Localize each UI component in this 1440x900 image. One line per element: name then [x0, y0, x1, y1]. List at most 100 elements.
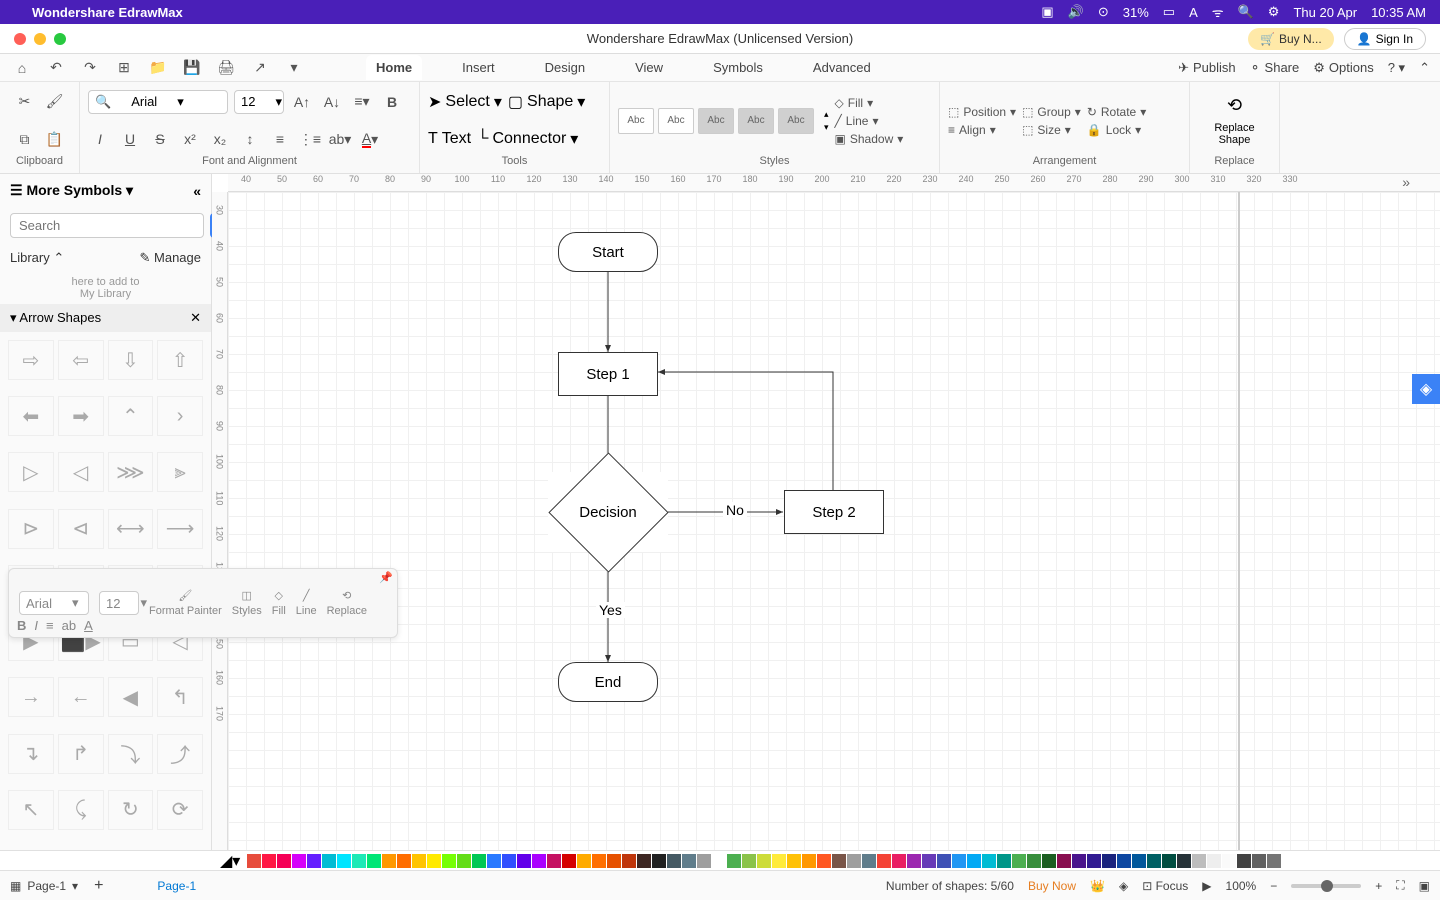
- volume-icon[interactable]: 🔊: [1068, 4, 1084, 20]
- color-swatch[interactable]: [1237, 854, 1251, 868]
- expand-right-panel-icon[interactable]: »: [1402, 174, 1410, 190]
- color-swatch[interactable]: [1027, 854, 1041, 868]
- publish-button[interactable]: ✈ Publish: [1178, 60, 1236, 76]
- play-icon[interactable]: ⊙: [1098, 4, 1109, 20]
- arrow-shape[interactable]: ⟳: [157, 790, 203, 830]
- open-button[interactable]: 📁: [146, 56, 170, 80]
- tab-design[interactable]: Design: [535, 55, 595, 80]
- arrow-shape[interactable]: ↖: [8, 790, 54, 830]
- style-preset-5[interactable]: Abc: [778, 108, 814, 134]
- color-swatch[interactable]: [337, 854, 351, 868]
- spacing-button[interactable]: ↕: [238, 127, 262, 151]
- style-preset-3[interactable]: Abc: [698, 108, 734, 134]
- decrease-font-button[interactable]: A↓: [320, 90, 344, 114]
- right-panel-toggle[interactable]: ◈: [1412, 374, 1440, 404]
- replace-shape-label[interactable]: Replace Shape: [1214, 122, 1254, 146]
- rotate-button[interactable]: ↻Rotate▾: [1087, 105, 1146, 119]
- more-symbols-label[interactable]: More Symbols: [26, 182, 122, 198]
- color-swatch[interactable]: [1117, 854, 1131, 868]
- tab-insert[interactable]: Insert: [452, 55, 505, 80]
- color-swatch[interactable]: [262, 854, 276, 868]
- date[interactable]: Thu 20 Apr: [1293, 5, 1357, 20]
- color-swatch[interactable]: [457, 854, 471, 868]
- collapse-panel-icon[interactable]: «: [193, 183, 201, 199]
- close-category-icon[interactable]: ✕: [190, 310, 201, 326]
- more-quick-button[interactable]: ▾: [282, 56, 306, 80]
- signin-button[interactable]: 👤 Sign In: [1344, 28, 1426, 50]
- flowchart-decision[interactable]: Decision: [548, 472, 668, 552]
- color-swatch[interactable]: [607, 854, 621, 868]
- arrow-shape[interactable]: ⇨: [8, 340, 54, 380]
- color-swatch[interactable]: [1012, 854, 1026, 868]
- mini-case[interactable]: ab: [62, 618, 76, 633]
- color-swatch[interactable]: [562, 854, 576, 868]
- zoom-out-button[interactable]: −: [1270, 879, 1277, 893]
- font-color-button[interactable]: A▾: [358, 127, 382, 151]
- color-swatch[interactable]: [1222, 854, 1236, 868]
- color-swatch[interactable]: [817, 854, 831, 868]
- page-select[interactable]: Page-1: [27, 879, 66, 893]
- manage-button[interactable]: ✎ Manage: [140, 250, 202, 266]
- arrow-shape[interactable]: ⬅: [8, 396, 54, 436]
- color-swatch[interactable]: [652, 854, 666, 868]
- color-swatch[interactable]: [277, 854, 291, 868]
- arrow-shape[interactable]: ⫸: [157, 452, 203, 492]
- tab-home[interactable]: Home: [366, 55, 422, 80]
- color-swatch[interactable]: [832, 854, 846, 868]
- color-swatch[interactable]: [967, 854, 981, 868]
- superscript-button[interactable]: x²: [178, 127, 202, 151]
- undo-button[interactable]: ↶: [44, 56, 68, 80]
- flowchart-step1[interactable]: Step 1: [558, 352, 658, 396]
- zoom-in-button[interactable]: +: [1375, 879, 1382, 893]
- color-picker-icon[interactable]: ◢▾: [220, 851, 240, 871]
- color-swatch[interactable]: [862, 854, 876, 868]
- style-scroll-down[interactable]: ▾: [824, 122, 829, 133]
- color-swatch[interactable]: [1042, 854, 1056, 868]
- arrow-shape[interactable]: ↴: [8, 734, 54, 774]
- page-dropdown-icon[interactable]: ▾: [72, 879, 78, 893]
- color-swatch[interactable]: [532, 854, 546, 868]
- color-swatch[interactable]: [922, 854, 936, 868]
- arrow-shape[interactable]: ⇩: [108, 340, 154, 380]
- mini-styles[interactable]: ◫Styles: [232, 589, 262, 617]
- arrow-shape[interactable]: ⇧: [157, 340, 203, 380]
- select-tool-button[interactable]: ➤Select ▾: [428, 92, 502, 112]
- page-tab[interactable]: Page-1: [157, 879, 196, 893]
- replace-shape-icon[interactable]: ⟲: [1227, 95, 1242, 116]
- color-swatch[interactable]: [742, 854, 756, 868]
- add-page-button[interactable]: +: [94, 877, 103, 895]
- color-swatch[interactable]: [1132, 854, 1146, 868]
- arrow-shape[interactable]: ↱: [58, 734, 104, 774]
- color-swatch[interactable]: [1252, 854, 1266, 868]
- arrow-shape[interactable]: ➡: [58, 396, 104, 436]
- mini-fill[interactable]: ◇Fill: [272, 589, 286, 617]
- mini-bold[interactable]: B: [17, 618, 26, 633]
- color-swatch[interactable]: [637, 854, 651, 868]
- mini-align[interactable]: ≡: [46, 618, 54, 633]
- italic-button[interactable]: I: [88, 127, 112, 151]
- arrow-shape[interactable]: ←: [58, 677, 104, 717]
- shadow-button[interactable]: ▣Shadow ▾: [835, 132, 904, 146]
- mini-format-painter[interactable]: 🖌Format Painter: [149, 589, 222, 617]
- print-button[interactable]: 🖨: [214, 56, 238, 80]
- color-swatch[interactable]: [772, 854, 786, 868]
- style-preset-4[interactable]: Abc: [738, 108, 774, 134]
- symbol-search-input[interactable]: [10, 213, 204, 238]
- export-button[interactable]: ↗: [248, 56, 272, 80]
- wifi-icon[interactable]: ᯤ: [1212, 3, 1224, 21]
- crown-icon[interactable]: 👑: [1090, 879, 1105, 893]
- color-swatch[interactable]: [517, 854, 531, 868]
- color-swatch[interactable]: [1162, 854, 1176, 868]
- color-swatch[interactable]: [892, 854, 906, 868]
- arrow-shape[interactable]: ⤹: [58, 790, 104, 830]
- size-button[interactable]: ⬚Size▾: [1022, 123, 1081, 137]
- options-button[interactable]: ⚙ Options: [1313, 60, 1373, 76]
- bullets-button[interactable]: ⋮≡: [298, 127, 322, 151]
- text-tool-button[interactable]: TText: [428, 130, 471, 148]
- color-swatch[interactable]: [622, 854, 636, 868]
- shape-tool-button[interactable]: ▢Shape ▾: [508, 92, 585, 112]
- tab-advanced[interactable]: Advanced: [803, 55, 881, 80]
- color-swatch[interactable]: [502, 854, 516, 868]
- time[interactable]: 10:35 AM: [1371, 5, 1426, 20]
- style-preset-1[interactable]: Abc: [618, 108, 654, 134]
